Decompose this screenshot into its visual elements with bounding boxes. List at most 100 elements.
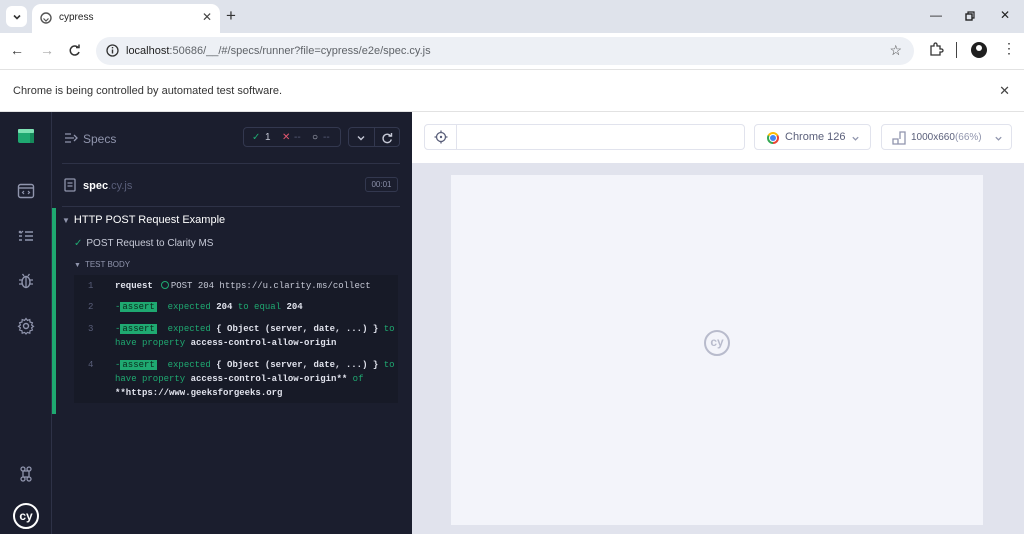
nav-specs-item[interactable] [16,126,36,146]
crosshair-icon [434,130,447,144]
suite-title-row[interactable]: ▼ HTTP POST Request Example [62,214,225,226]
keyboard-shortcuts-icon [20,466,32,482]
infobar-message: Chrome is being controlled by automated … [13,85,283,97]
command-message: POST 204 https://u.clarity.ms/collect [170,281,371,291]
automation-infobar: Chrome is being controlled by automated … [0,69,1024,112]
test-body-row[interactable]: ▼ TEST BODY [74,260,130,269]
controls-separator [374,128,375,146]
tab-close-icon[interactable]: ✕ [202,10,212,24]
command-number: 3 [88,324,94,334]
assert-badge: assert [120,324,157,334]
viewport-info-button[interactable]: 1000x660(66%) [881,124,1012,150]
spec-file-row[interactable]: spec.cy.js 00:01 [52,172,412,200]
forward-arrow-icon[interactable]: → [40,42,54,58]
spec-name: spec [83,180,109,192]
toolbar-separator [956,42,957,58]
assert-text-e: of [352,374,364,384]
spec-duration: 00:01 [365,177,398,192]
back-arrow-icon[interactable]: ← [10,42,24,58]
command-number: 4 [88,360,94,370]
command-name: request [115,281,153,291]
reload-icon[interactable] [68,44,81,57]
viewport-icon [892,131,906,145]
nav-settings-item[interactable] [16,316,36,336]
settings-gear-icon [17,317,35,335]
reporter-panel: Specs ✓ 1 ✕ -- ○ -- spec.cy.js 00:01 ▼ HT… [52,112,412,534]
chrome-logo-icon [767,132,779,144]
command-number: 2 [88,302,94,312]
specs-list-icon[interactable] [64,132,78,144]
cypress-watermark-icon: cy [704,330,730,356]
new-tab-button[interactable]: + [226,6,236,26]
tab-search-button[interactable] [6,6,27,27]
specs-label[interactable]: Specs [83,132,116,146]
nav-list-item[interactable] [16,226,36,246]
browser-tab-strip: cypress ✕ + — ✕ [0,0,1024,33]
assert-text-b: 204 [216,302,233,312]
collapse-chevron-icon[interactable] [356,133,366,143]
tab-title: cypress [59,12,94,23]
rerun-icon[interactable] [381,132,393,144]
address-bar[interactable]: localhost:50686/__/#/specs/runner?file=c… [96,37,914,65]
failed-count: -- [294,132,301,143]
assert-text-d: access-control-allow-origin [190,338,337,348]
command-body: - assert expected { Object (server, date,… [115,322,397,350]
test-body-label: TEST BODY [84,260,131,269]
window-close-icon[interactable]: ✕ [1000,8,1010,22]
extensions-icon[interactable] [929,42,944,57]
more-menu-icon[interactable]: ⋮ [1002,41,1016,55]
runs-icon [17,183,35,199]
cypress-favicon-icon [40,12,52,24]
test-pass-check-icon: ✓ [74,238,83,249]
reporter-controls [348,127,400,147]
reporter-header: Specs ✓ 1 ✕ -- ○ -- [52,112,412,162]
assert-badge: assert [120,360,157,370]
spec-extension: .cy.js [108,180,133,192]
assert-text-a: expected [167,324,211,334]
profile-avatar-icon[interactable] [971,42,987,58]
nav-debug-item[interactable] [16,271,36,291]
infobar-close-icon[interactable]: ✕ [999,83,1010,99]
viewport-scale: (66%) [954,132,982,143]
restore-icon[interactable] [965,11,975,21]
selector-playground-button[interactable] [424,124,457,150]
preview-header: Chrome 126 1000x660(66%) [412,112,1024,163]
spec-file-icon [64,178,76,192]
assert-badge: assert [120,302,157,312]
assert-text-b: { Object (server, date, ...) } [216,360,379,370]
cypress-side-nav: cy [0,112,52,534]
nav-shortcuts-item[interactable] [16,464,36,484]
assert-text-d: access-control-allow-origin** [190,374,348,384]
site-info-icon[interactable] [106,44,119,57]
command-body: request POST 204 https://u.clarity.ms/col… [115,279,397,293]
viewport-size: 1000x660(66%) [911,132,982,143]
chevron-down-icon [852,136,859,141]
chevron-down-icon [12,14,21,20]
cypress-specs-icon [18,129,34,143]
failed-x-icon: ✕ [282,132,291,143]
test-stats: ✓ 1 ✕ -- ○ -- [243,127,341,147]
command-number: 1 [88,281,94,291]
assert-text-d: 204 [286,302,303,312]
assert-text-a: expected [167,302,211,312]
test-title-row[interactable]: ✓ POST Request to Clarity MS [74,238,213,249]
suite-pass-bar [52,208,56,414]
pending-circle-icon: ○ [312,132,319,143]
browser-select[interactable]: Chrome 126 [754,124,871,150]
passed-check-icon: ✓ [252,132,261,143]
assert-text-c: to equal [237,302,282,312]
test-body-chevron-icon: ▼ [74,262,81,269]
cypress-logo-button[interactable]: cy [13,503,39,529]
app-preview: Chrome 126 1000x660(66%) cy [412,112,1024,534]
address-toolbar: ← → localhost:50686/__/#/specs/runner?fi… [0,33,1024,69]
chevron-down-icon [995,136,1002,141]
aut-url-field[interactable] [457,124,745,150]
bookmark-star-icon[interactable]: ☆ [889,42,902,59]
active-tab[interactable]: cypress ✕ [32,4,220,33]
command-log: 1 request POST 204 https://u.clarity.ms/c… [74,275,398,403]
cypress-logo-icon: cy [19,509,33,523]
minimize-icon[interactable]: — [930,8,942,22]
pending-count: -- [323,132,330,143]
header-divider [62,163,400,164]
nav-runs-item[interactable] [16,181,36,201]
